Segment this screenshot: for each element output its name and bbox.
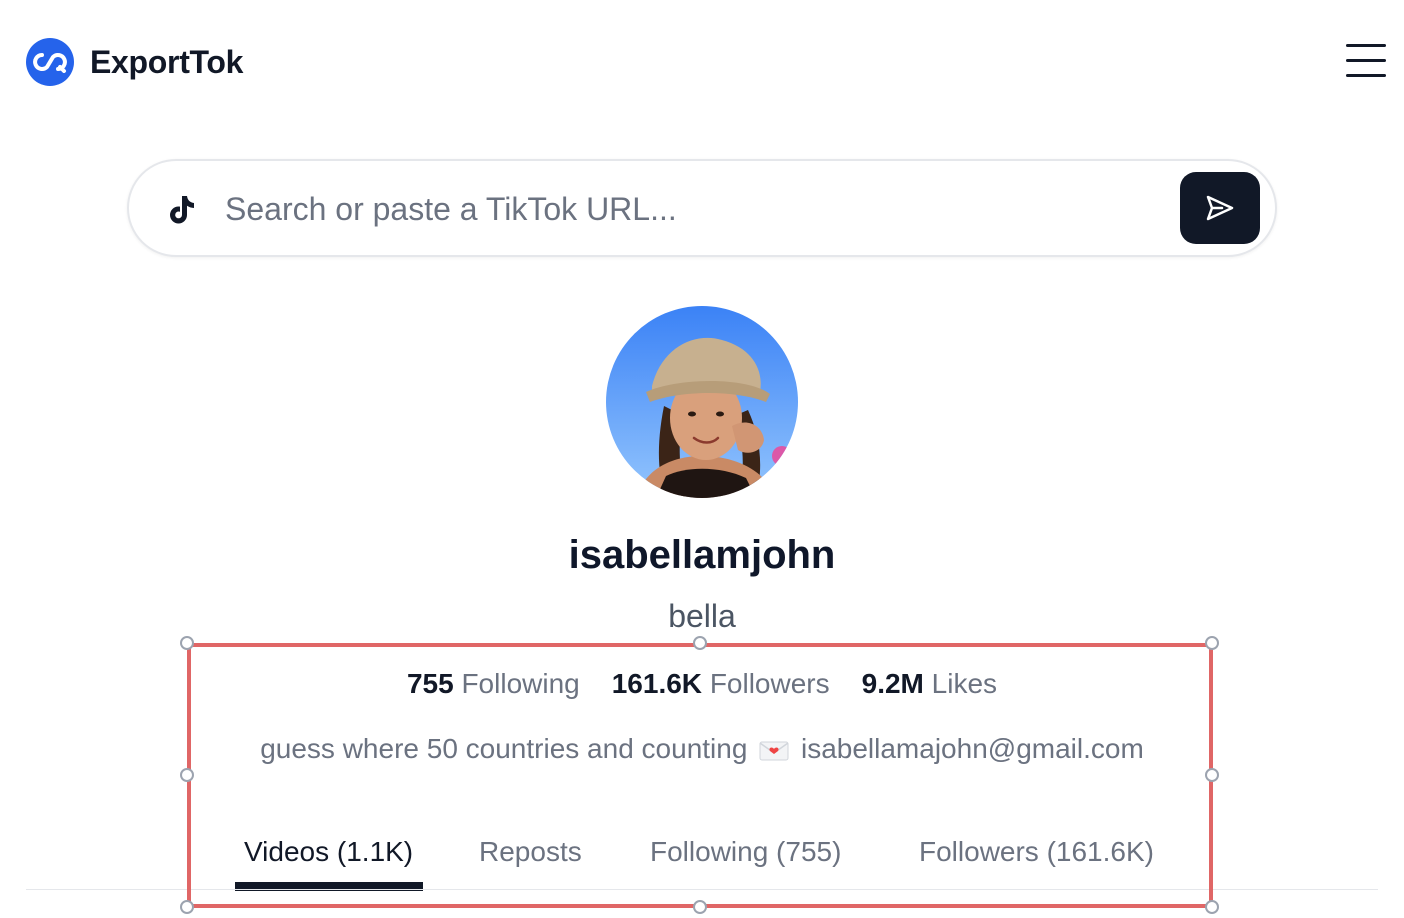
brand-name: ExportTok — [90, 43, 244, 80]
stat-followers[interactable]: 161.6K Followers — [612, 668, 830, 700]
page: ExportTok Search or paste a TikTok URL..… — [0, 0, 1404, 918]
love-letter-icon — [759, 741, 789, 761]
profile-avatar — [606, 306, 798, 498]
stat-followers-label: Followers — [709, 668, 830, 699]
resize-handle-top[interactable] — [693, 636, 707, 650]
stat-following-label: Following — [461, 668, 580, 699]
resize-handle-top-left[interactable] — [180, 636, 194, 650]
tab-following[interactable]: Following (755) — [650, 836, 841, 868]
send-button[interactable] — [1180, 172, 1260, 244]
resize-handle-bottom[interactable] — [693, 900, 707, 914]
resize-handle-bottom-left[interactable] — [180, 900, 194, 914]
bio-text: guess where 50 countries and counting — [260, 733, 748, 764]
tab-reposts[interactable]: Reposts — [479, 836, 582, 868]
stat-likes-label: Likes — [931, 668, 998, 699]
profile-nickname: bella — [668, 598, 736, 634]
exporttok-logo-icon — [26, 38, 74, 86]
resize-handle-right[interactable] — [1205, 768, 1219, 782]
profile-bio: guess where 50 countries and counting is… — [0, 733, 1404, 765]
stat-following[interactable]: 755 Following — [407, 668, 580, 700]
stat-following-count: 755 — [406, 668, 454, 699]
search-input[interactable] — [225, 183, 1165, 235]
resize-handle-left[interactable] — [180, 768, 194, 782]
tab-followers[interactable]: Followers (161.6K) — [919, 836, 1154, 868]
profile-username: isabellamjohn — [568, 533, 836, 577]
tiktok-icon — [170, 196, 194, 224]
resize-handle-bottom-right[interactable] — [1205, 900, 1219, 914]
send-icon — [1206, 195, 1234, 221]
bio-email[interactable]: isabellamajohn@gmail.com — [801, 733, 1144, 764]
stat-followers-count: 161.6K — [611, 668, 703, 699]
profile-stats: 755 Following 161.6K Followers 9.2M Like… — [0, 668, 1404, 700]
tabs-divider — [26, 889, 1378, 890]
stat-likes: 9.2M Likes — [862, 668, 997, 700]
stat-likes-count: 9.2M — [861, 668, 924, 699]
tab-videos[interactable]: Videos (1.1K) — [244, 836, 413, 868]
resize-handle-top-right[interactable] — [1205, 636, 1219, 650]
hamburger-menu-icon[interactable] — [1346, 44, 1386, 80]
brand-logo[interactable]: ExportTok — [26, 38, 243, 86]
search-bar — [127, 159, 1277, 257]
